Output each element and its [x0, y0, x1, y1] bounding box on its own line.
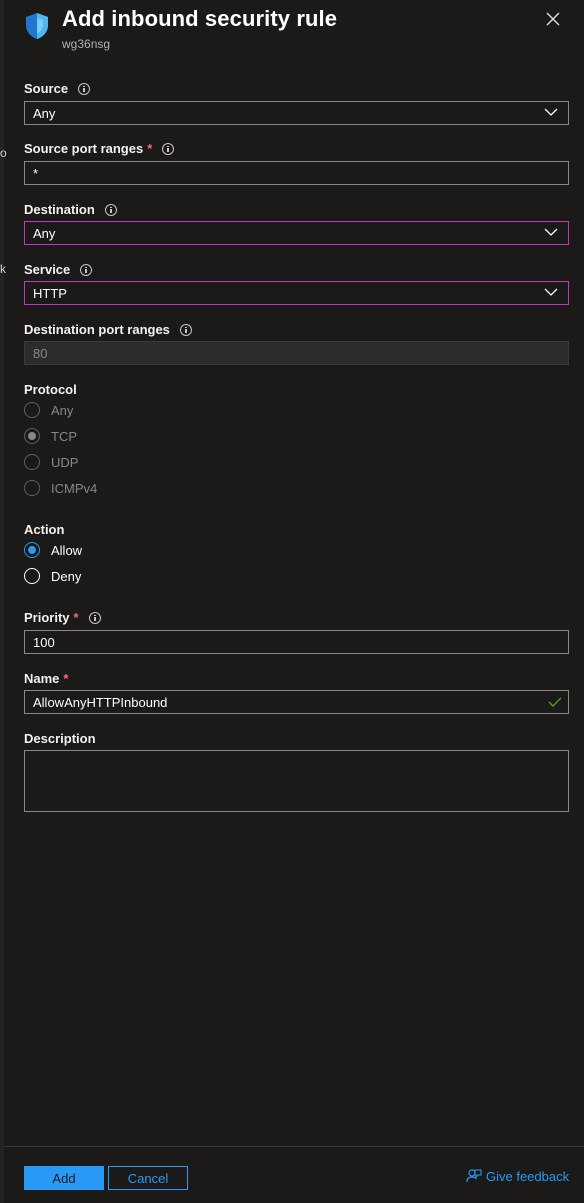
info-icon[interactable]: [162, 142, 175, 155]
info-icon[interactable]: [104, 203, 117, 216]
radio-circle: [24, 428, 40, 444]
service-label-text: Service: [24, 262, 71, 277]
action-label: Action: [24, 522, 64, 537]
dest-port-input: 80: [24, 341, 569, 365]
background-text-fragment: k: [0, 262, 6, 276]
checkmark-icon: [548, 697, 562, 707]
chevron-down-icon: [544, 228, 558, 236]
source-port-label: Source port ranges *: [24, 141, 175, 156]
protocol-option-tcp: TCP: [24, 428, 77, 444]
protocol-label: Protocol: [24, 382, 77, 397]
dest-port-label: Destination port ranges: [24, 322, 192, 337]
destination-value: Any: [33, 226, 56, 241]
priority-value: 100: [33, 635, 55, 650]
name-value: AllowAnyHTTPInbound: [33, 695, 168, 710]
protocol-option-label: UDP: [51, 454, 79, 470]
name-input[interactable]: AllowAnyHTTPInbound: [24, 690, 569, 714]
protocol-option-any: Any: [24, 402, 73, 418]
action-option-label[interactable]: Allow: [51, 543, 82, 558]
radio-circle[interactable]: [24, 542, 40, 558]
description-label: Description: [24, 731, 96, 746]
destination-label: Destination: [24, 202, 117, 217]
protocol-option-udp: UDP: [24, 454, 78, 470]
priority-input[interactable]: 100: [24, 630, 569, 654]
page-title: Add inbound security rule: [62, 6, 338, 31]
feedback-icon: [466, 1169, 482, 1183]
chevron-down-icon: [544, 108, 558, 116]
source-label: Source: [24, 81, 91, 96]
page-subtitle: wg36nsg: [62, 37, 111, 51]
give-feedback-link[interactable]: Give feedback: [466, 1168, 569, 1184]
priority-label-text: Priority: [24, 610, 70, 625]
service-label: Service: [24, 262, 93, 277]
protocol-option-icmpv4: ICMPv4: [24, 480, 97, 496]
footer-divider: [4, 1146, 584, 1147]
add-button[interactable]: Add: [24, 1166, 104, 1190]
priority-label: Priority *: [24, 610, 101, 625]
required-marker: *: [73, 610, 79, 625]
protocol-label-text: Protocol: [24, 382, 77, 397]
chevron-down-icon: [544, 288, 558, 296]
radio-circle: [24, 402, 40, 418]
service-value: HTTP: [33, 286, 67, 301]
source-port-label-text: Source port ranges: [24, 141, 144, 156]
give-feedback-label[interactable]: Give feedback: [486, 1169, 569, 1184]
service-dropdown[interactable]: HTTP: [24, 281, 569, 305]
radio-circle: [24, 480, 40, 496]
action-option-deny[interactable]: Deny: [24, 568, 81, 584]
name-label-text: Name: [24, 671, 60, 686]
action-option-label[interactable]: Deny: [51, 569, 81, 584]
dest-port-label-text: Destination port ranges: [24, 322, 170, 337]
info-icon[interactable]: [78, 82, 91, 95]
source-label-text: Source: [24, 81, 69, 96]
destination-dropdown[interactable]: Any: [24, 221, 569, 245]
name-label: Name *: [24, 671, 68, 686]
protocol-option-label: Any: [51, 402, 74, 418]
background-blade-edge: o k: [0, 0, 7, 1203]
info-icon[interactable]: [80, 263, 93, 276]
radio-circle[interactable]: [24, 568, 40, 584]
close-icon[interactable]: [544, 10, 562, 28]
required-marker: *: [63, 671, 69, 686]
source-dropdown[interactable]: Any: [24, 101, 569, 125]
info-icon[interactable]: [88, 611, 101, 624]
protocol-option-label: ICMPv4: [51, 480, 98, 496]
source-port-value: *: [33, 166, 39, 181]
protocol-option-label: TCP: [51, 428, 77, 444]
description-label-text: Description: [24, 731, 96, 746]
description-textarea[interactable]: [24, 750, 569, 812]
shield-icon: [26, 13, 48, 39]
info-icon[interactable]: [179, 323, 192, 336]
required-marker: *: [147, 141, 153, 156]
background-text-fragment: o: [0, 146, 7, 160]
action-option-allow[interactable]: Allow: [24, 542, 82, 558]
action-label-text: Action: [24, 522, 65, 537]
source-port-input[interactable]: *: [24, 161, 569, 185]
destination-label-text: Destination: [24, 202, 95, 217]
source-value: Any: [33, 106, 56, 121]
dest-port-value: 80: [33, 346, 48, 361]
radio-circle: [24, 454, 40, 470]
cancel-button[interactable]: Cancel: [108, 1166, 188, 1190]
